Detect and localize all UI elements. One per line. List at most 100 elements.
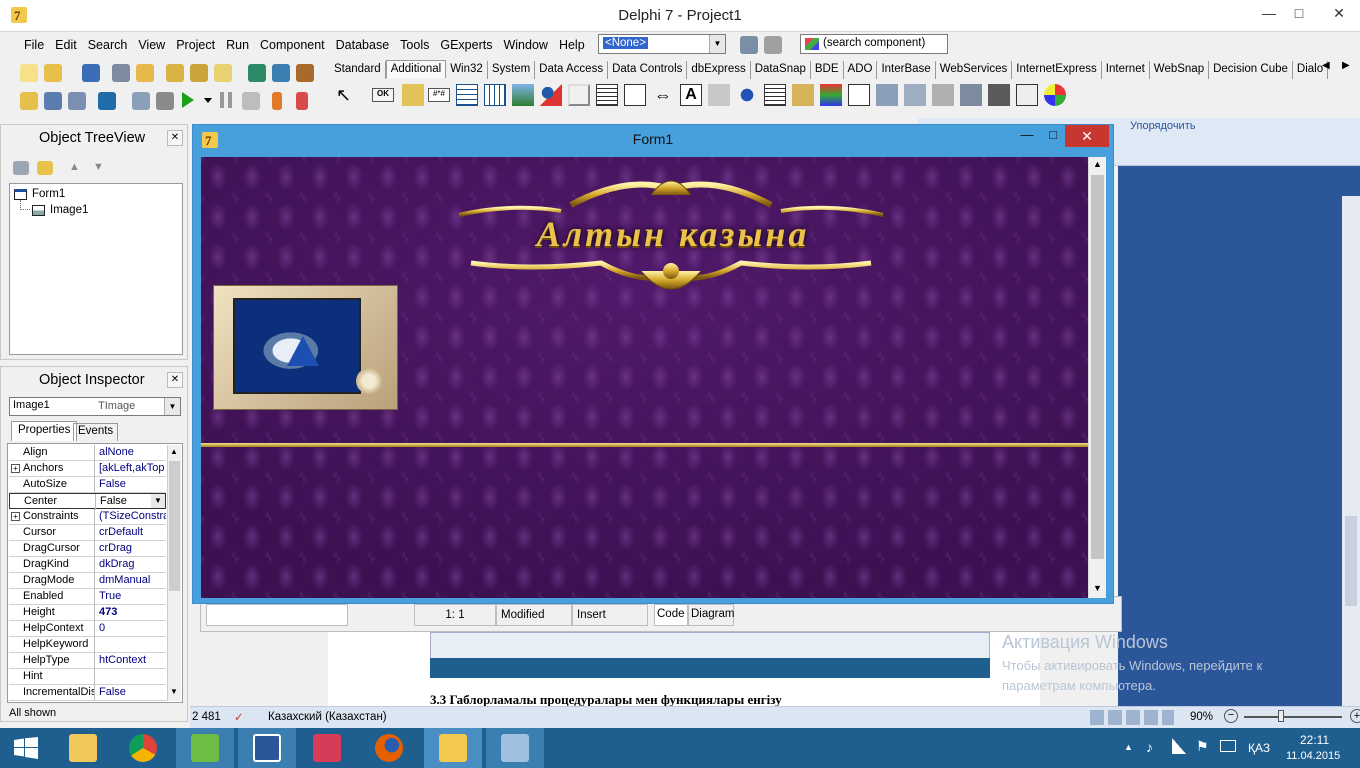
property-value[interactable]: 0: [97, 621, 166, 637]
stop-icon[interactable]: [242, 92, 260, 110]
actionmanager-icon[interactable]: [876, 84, 898, 106]
form-vertical-scrollbar[interactable]: ▲ ▼: [1088, 157, 1106, 598]
property-value[interactable]: (TSizeConstra: [97, 509, 166, 525]
new-icon[interactable]: [20, 64, 38, 82]
open-project-icon[interactable]: [136, 64, 154, 82]
labelededit-icon[interactable]: [792, 84, 814, 106]
image-icon[interactable]: [512, 84, 534, 106]
tab-diagram[interactable]: Diagram: [688, 604, 734, 626]
scroll-up-icon[interactable]: ▲: [1093, 159, 1102, 169]
actiontoolbar-icon[interactable]: [932, 84, 954, 106]
property-row[interactable]: + Constraints (TSizeConstra: [9, 509, 166, 525]
actionmainmenubar-icon[interactable]: [904, 84, 926, 106]
menu-help[interactable]: Help: [553, 32, 590, 58]
pointer-icon[interactable]: ↖: [336, 84, 358, 106]
property-row[interactable]: + Anchors [akLeft,akTop: [9, 461, 166, 477]
property-value[interactable]: dkDrag: [97, 557, 166, 573]
bevel-icon[interactable]: [568, 84, 590, 106]
palette-scroll-left-icon[interactable]: ◀: [1322, 60, 1330, 71]
tray-expand-icon[interactable]: ▲: [1124, 742, 1133, 752]
editor-hscroll[interactable]: [206, 604, 348, 626]
close-button[interactable]: ✕: [1318, 0, 1360, 26]
valuelisteditor-icon[interactable]: [764, 84, 786, 106]
close-icon[interactable]: ✕: [167, 372, 183, 388]
clock-date[interactable]: 11.04.2015: [1286, 750, 1340, 762]
zoom-level[interactable]: 90%: [1190, 711, 1213, 723]
proofing-icon[interactable]: ✓: [234, 710, 244, 724]
save-all-icon[interactable]: [112, 64, 130, 82]
zoom-slider-thumb[interactable]: [1278, 710, 1284, 722]
property-row[interactable]: HelpKeyword: [9, 637, 166, 653]
tab-system[interactable]: System: [488, 61, 536, 79]
menu-run[interactable]: Run: [220, 32, 254, 58]
property-row[interactable]: DragCursor crDrag: [9, 541, 166, 557]
down-arrow-icon[interactable]: ▼: [93, 161, 104, 173]
property-value[interactable]: False: [97, 477, 166, 493]
up-arrow-icon[interactable]: ▲: [69, 161, 80, 173]
ribbon-arrange-button[interactable]: Упорядочить: [1130, 120, 1195, 132]
property-value[interactable]: 473: [97, 605, 166, 621]
tab-interbase[interactable]: InterBase: [877, 61, 936, 79]
stringgrid-icon[interactable]: [456, 84, 478, 106]
start-button[interactable]: [0, 728, 58, 768]
view-buttons[interactable]: [1090, 710, 1174, 725]
form1-window[interactable]: 7 Form1 — □ ✕ Алтын казына ▲ ▼: [192, 124, 1114, 604]
menu-search[interactable]: Search: [82, 32, 133, 58]
scroll-down-icon[interactable]: ▼: [170, 687, 178, 696]
tree-node-form1[interactable]: Form1: [14, 188, 65, 200]
tab-code[interactable]: Code: [654, 604, 688, 626]
speedbutton-icon[interactable]: [402, 84, 424, 106]
property-row[interactable]: Align alNone: [9, 445, 166, 461]
tab-decision-cube[interactable]: Decision Cube: [1209, 61, 1293, 79]
controlbar-icon[interactable]: [708, 84, 730, 106]
form-close-button[interactable]: ✕: [1065, 125, 1109, 147]
battery-icon[interactable]: [1220, 740, 1236, 752]
run-options-icon[interactable]: [156, 92, 174, 110]
language-status[interactable]: Казахский (Казахстан): [268, 711, 387, 723]
menu-view[interactable]: View: [132, 32, 170, 58]
open-icon[interactable]: [44, 64, 62, 82]
twilightcolormap-icon[interactable]: [1044, 84, 1066, 106]
property-row[interactable]: HelpType htContext: [9, 653, 166, 669]
input-language[interactable]: ҚАЗ: [1248, 741, 1270, 755]
property-row-selected[interactable]: Center False ▼: [9, 493, 166, 510]
bitbtn-icon[interactable]: OK: [372, 88, 394, 102]
object-selector[interactable]: Image1 TImage ▼: [9, 397, 181, 416]
print-icon[interactable]: [764, 36, 782, 54]
expand-icon[interactable]: +: [11, 512, 20, 521]
shape-icon[interactable]: [540, 84, 562, 106]
form-maximize-button[interactable]: □: [1039, 127, 1067, 147]
palette-scroll-right-icon[interactable]: ▶: [1342, 60, 1350, 71]
new-form-icon[interactable]: [98, 92, 116, 110]
property-row[interactable]: AutoSize False: [9, 477, 166, 493]
toggle-form-unit-icon[interactable]: [68, 92, 86, 110]
zoom-in-icon[interactable]: +: [1350, 709, 1360, 723]
property-row[interactable]: DragKind dkDrag: [9, 557, 166, 573]
colorbox-icon[interactable]: [820, 84, 842, 106]
tab-standard[interactable]: Standard: [330, 61, 386, 79]
help-icon[interactable]: [296, 64, 314, 82]
scrollbox-icon[interactable]: [596, 84, 618, 106]
taskbar-flash[interactable]: [298, 728, 356, 768]
volume-icon[interactable]: ♪: [1146, 739, 1153, 755]
component-combo[interactable]: <None> ▼: [598, 34, 726, 54]
menu-gexperts[interactable]: GExperts: [434, 32, 497, 58]
taskbar-control-panel[interactable]: [486, 728, 544, 768]
chart-icon[interactable]: [848, 84, 870, 106]
zoom-out-icon[interactable]: −: [1224, 709, 1238, 723]
menu-project[interactable]: Project: [170, 32, 220, 58]
tab-bde[interactable]: BDE: [811, 61, 844, 79]
tree-node-image1[interactable]: Image1: [32, 204, 88, 216]
property-value[interactable]: [97, 637, 166, 653]
property-value[interactable]: crDefault: [97, 525, 166, 541]
property-row[interactable]: HelpContext 0: [9, 621, 166, 637]
standardcolormap-icon[interactable]: [1016, 84, 1038, 106]
tab-win32[interactable]: Win32: [446, 61, 488, 79]
step-over-icon[interactable]: [296, 92, 308, 110]
property-row[interactable]: Height 473: [9, 605, 166, 621]
property-value[interactable]: dmManual: [97, 573, 166, 589]
tab-additional[interactable]: Additional: [385, 60, 447, 78]
property-value[interactable]: htContext: [97, 653, 166, 669]
property-grid-scrollbar[interactable]: ▲ ▼: [167, 445, 181, 701]
splitter-icon[interactable]: ⇔: [652, 84, 674, 106]
